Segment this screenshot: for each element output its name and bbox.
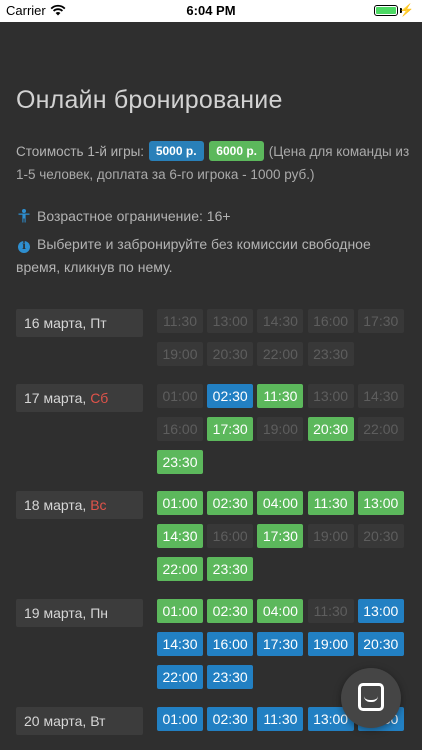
date-label: 17 марта, Сб bbox=[16, 384, 143, 412]
time-slot: 20:30 bbox=[207, 342, 254, 366]
date-text: 17 марта, bbox=[24, 390, 87, 406]
time-slot[interactable]: 17:30 bbox=[257, 632, 304, 656]
booking-hint: i Выберите и забронируйте без комиссии св… bbox=[16, 233, 411, 279]
time-slot[interactable]: 19:00 bbox=[307, 632, 354, 656]
date-text: 16 марта, bbox=[24, 315, 87, 331]
time-slot[interactable]: 11:30 bbox=[307, 491, 354, 515]
time-slot: 16:00 bbox=[207, 524, 254, 548]
time-slot[interactable]: 11:30 bbox=[257, 707, 304, 731]
weekday-text: Вс bbox=[90, 497, 107, 513]
time-slot[interactable]: 22:00 bbox=[157, 557, 203, 581]
time-slot[interactable]: 23:30 bbox=[207, 665, 254, 689]
date-label: 19 марта, Пн bbox=[16, 599, 143, 627]
time-slot[interactable]: 01:00 bbox=[157, 491, 203, 515]
booking-hint-text: Выберите и забронируйте без комиссии сво… bbox=[16, 236, 371, 275]
time-slot[interactable]: 04:00 bbox=[257, 599, 304, 623]
status-bar: Carrier 6:04 PM ⚡ bbox=[0, 0, 422, 22]
info-icon: i bbox=[16, 233, 32, 256]
time-slot: 13:00 bbox=[307, 384, 354, 408]
time-slot[interactable]: 02:30 bbox=[207, 707, 254, 731]
time-slot[interactable]: 02:30 bbox=[207, 491, 254, 515]
time-slot: 01:00 bbox=[157, 384, 203, 408]
time-slot: 16:00 bbox=[157, 417, 203, 441]
clock: 6:04 PM bbox=[186, 3, 236, 18]
weekday-text: Пт bbox=[90, 315, 107, 331]
time-slot: 22:00 bbox=[357, 417, 404, 441]
weekday-text: Вт bbox=[90, 713, 106, 729]
time-slot: 19:00 bbox=[307, 524, 354, 548]
time-slot: 19:00 bbox=[157, 342, 203, 366]
time-slot[interactable]: 17:30 bbox=[257, 524, 304, 548]
time-slot[interactable]: 20:30 bbox=[307, 417, 354, 441]
page-title: Онлайн бронирование bbox=[16, 86, 283, 114]
time-slot[interactable]: 23:30 bbox=[207, 557, 254, 581]
time-slot[interactable]: 23:30 bbox=[157, 450, 203, 474]
time-slot[interactable]: 20:30 bbox=[357, 632, 404, 656]
date-text: 20 марта, bbox=[24, 713, 87, 729]
time-slot: 16:00 bbox=[307, 309, 354, 333]
weekday-text: Сб bbox=[90, 390, 109, 406]
time-slot: 19:00 bbox=[257, 417, 304, 441]
time-slot: 11:30 bbox=[307, 599, 354, 623]
time-slot[interactable]: 04:00 bbox=[257, 491, 304, 515]
time-slot: 22:00 bbox=[257, 342, 304, 366]
time-slot[interactable]: 01:00 bbox=[157, 599, 203, 623]
date-text: 19 марта, bbox=[24, 605, 87, 621]
time-slot: 11:30 bbox=[157, 309, 203, 333]
price-badge-weekday: 5000 р. bbox=[148, 141, 204, 161]
battery-icon bbox=[374, 5, 398, 16]
date-label: 20 марта, Вт bbox=[16, 707, 143, 735]
time-slot[interactable]: 22:00 bbox=[157, 665, 203, 689]
time-slot: 14:30 bbox=[257, 309, 304, 333]
price-badge-weekend: 6000 р. bbox=[209, 141, 264, 161]
time-slot: 13:00 bbox=[207, 309, 254, 333]
time-slot[interactable]: 17:30 bbox=[207, 417, 254, 441]
time-slot[interactable]: 01:00 bbox=[157, 707, 203, 731]
weekday-text: Пн bbox=[90, 605, 108, 621]
time-slot: 14:30 bbox=[357, 384, 404, 408]
date-text: 18 марта, bbox=[24, 497, 87, 513]
charging-bolt-icon: ⚡ bbox=[399, 3, 414, 17]
time-slot[interactable]: 14:30 bbox=[157, 524, 203, 548]
date-label: 18 марта, Вс bbox=[16, 491, 143, 519]
time-slot[interactable]: 02:30 bbox=[207, 384, 254, 408]
age-restriction: Возрастное ограничение: 16+ bbox=[16, 205, 411, 228]
time-slot[interactable]: 16:00 bbox=[207, 632, 254, 656]
time-slot[interactable]: 13:00 bbox=[357, 599, 404, 623]
time-slot: 17:30 bbox=[357, 309, 404, 333]
time-slot[interactable]: 02:30 bbox=[207, 599, 254, 623]
person-icon bbox=[16, 205, 32, 228]
time-slot: 20:30 bbox=[357, 524, 404, 548]
price-label: Стоимость 1-й игры: bbox=[16, 144, 145, 159]
age-restriction-text: Возрастное ограничение: 16+ bbox=[37, 208, 231, 224]
date-label: 16 марта, Пт bbox=[16, 309, 143, 337]
time-slot[interactable]: 14:30 bbox=[157, 632, 203, 656]
time-slot[interactable]: 11:30 bbox=[257, 384, 304, 408]
time-slot[interactable]: 13:00 bbox=[357, 491, 404, 515]
chat-button[interactable] bbox=[341, 668, 401, 728]
price-info: Стоимость 1-й игры: 5000 р. 6000 р. (Цен… bbox=[16, 140, 411, 186]
time-slot: 23:30 bbox=[307, 342, 354, 366]
